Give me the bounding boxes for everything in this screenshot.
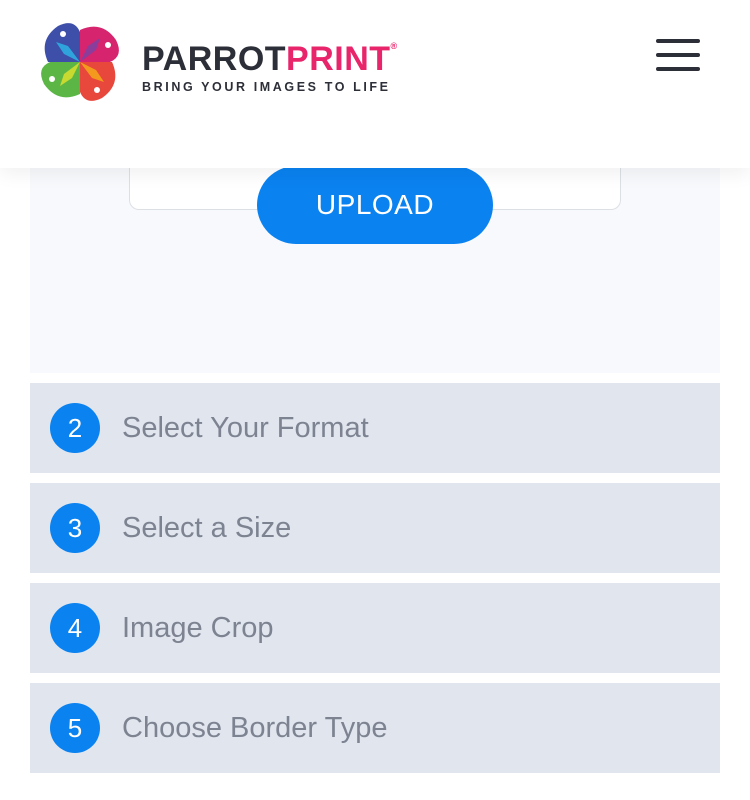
step-label: Choose Border Type	[122, 712, 388, 744]
step-select-format[interactable]: 2 Select Your Format	[30, 383, 720, 473]
brand-name-part2: PRINT	[286, 40, 391, 78]
step-number-badge: 3	[50, 503, 100, 553]
upload-step-panel: UPLOAD	[30, 148, 720, 373]
brand-name-part1: PARROT	[142, 40, 287, 78]
step-image-crop[interactable]: 4 Image Crop	[30, 583, 720, 673]
brand-name: PARROTPRINT®	[142, 40, 398, 78]
site-header: PARROTPRINT® BRING YOUR IMAGES TO LIFE	[0, 0, 750, 168]
parrot-pinwheel-logo-icon	[41, 23, 119, 101]
step-label: Image Crop	[122, 612, 274, 644]
registered-mark: ®	[390, 41, 398, 51]
brand-logo[interactable]: PARROTPRINT® BRING YOUR IMAGES TO LIFE	[30, 12, 410, 112]
step-number-badge: 2	[50, 403, 100, 453]
brand-tagline: BRING YOUR IMAGES TO LIFE	[142, 80, 391, 94]
step-label: Select Your Format	[122, 412, 369, 444]
step-number-badge: 5	[50, 703, 100, 753]
order-steps: UPLOAD 2 Select Your Format 3 Select a S…	[0, 148, 750, 800]
step-label: Select a Size	[122, 512, 292, 544]
step-number-badge: 4	[50, 603, 100, 653]
hamburger-menu-icon[interactable]	[654, 37, 702, 73]
step-border-type[interactable]: 5 Choose Border Type	[30, 683, 720, 773]
upload-button[interactable]: UPLOAD	[257, 166, 493, 244]
step-select-size[interactable]: 3 Select a Size	[30, 483, 720, 573]
